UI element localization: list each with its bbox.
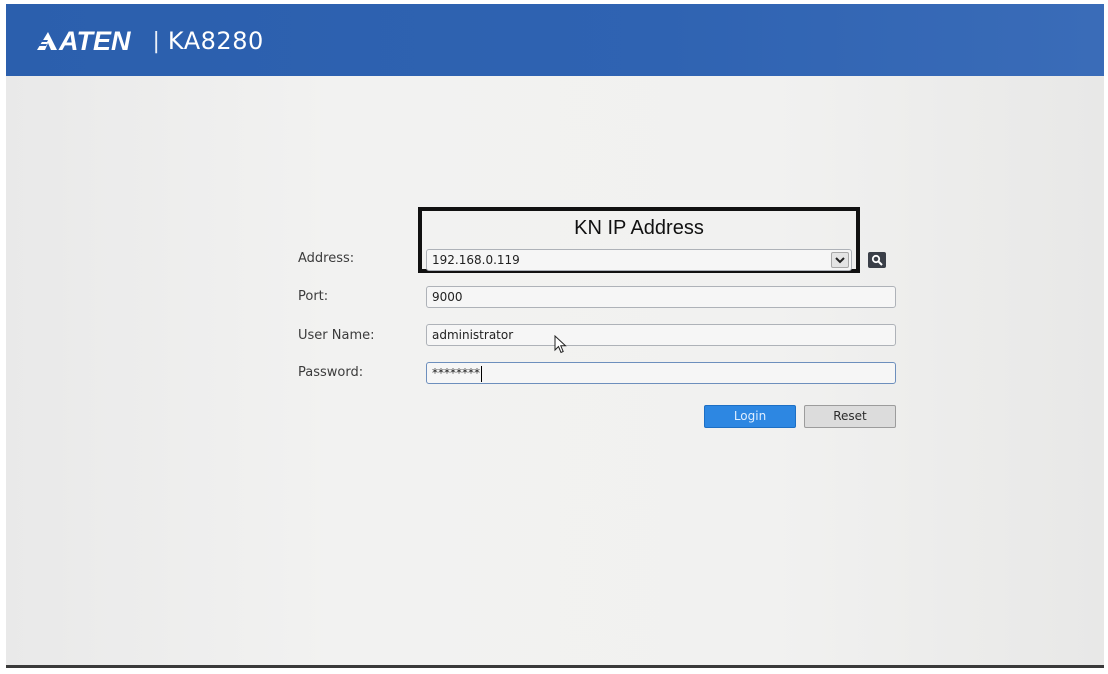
- mouse-pointer-icon: [554, 335, 567, 354]
- port-field[interactable]: 9000: [426, 286, 896, 308]
- username-field[interactable]: administrator: [426, 324, 896, 346]
- password-value: ********: [432, 366, 480, 380]
- model-name: KA8280: [167, 27, 264, 55]
- text-caret: [481, 365, 482, 382]
- brand-divider: |: [152, 28, 160, 54]
- aten-logo-mark-icon: [37, 32, 57, 50]
- address-select[interactable]: 192.168.0.119: [426, 249, 852, 271]
- username-value: administrator: [432, 328, 514, 342]
- chevron-down-icon: [835, 257, 845, 264]
- brand: ATEN | KA8280: [36, 26, 264, 56]
- address-value: 192.168.0.119: [432, 253, 520, 267]
- login-screen: ATEN | KA8280 KN IP Address Address: 192…: [6, 4, 1104, 668]
- port-label: Port:: [298, 289, 329, 304]
- address-dropdown-button[interactable]: [831, 252, 849, 268]
- login-button[interactable]: Login: [704, 405, 796, 428]
- brand-logo-text: ATEN: [59, 25, 131, 56]
- username-label: User Name:: [298, 328, 375, 343]
- header-bar: ATEN | KA8280: [6, 4, 1104, 76]
- port-value: 9000: [432, 290, 463, 304]
- password-field[interactable]: ********: [426, 362, 896, 384]
- address-label: Address:: [298, 251, 355, 266]
- reset-button[interactable]: Reset: [804, 405, 896, 428]
- search-icon: [871, 254, 883, 266]
- password-label: Password:: [298, 365, 364, 380]
- callout-label: KN IP Address: [574, 217, 704, 239]
- search-button[interactable]: [868, 252, 886, 268]
